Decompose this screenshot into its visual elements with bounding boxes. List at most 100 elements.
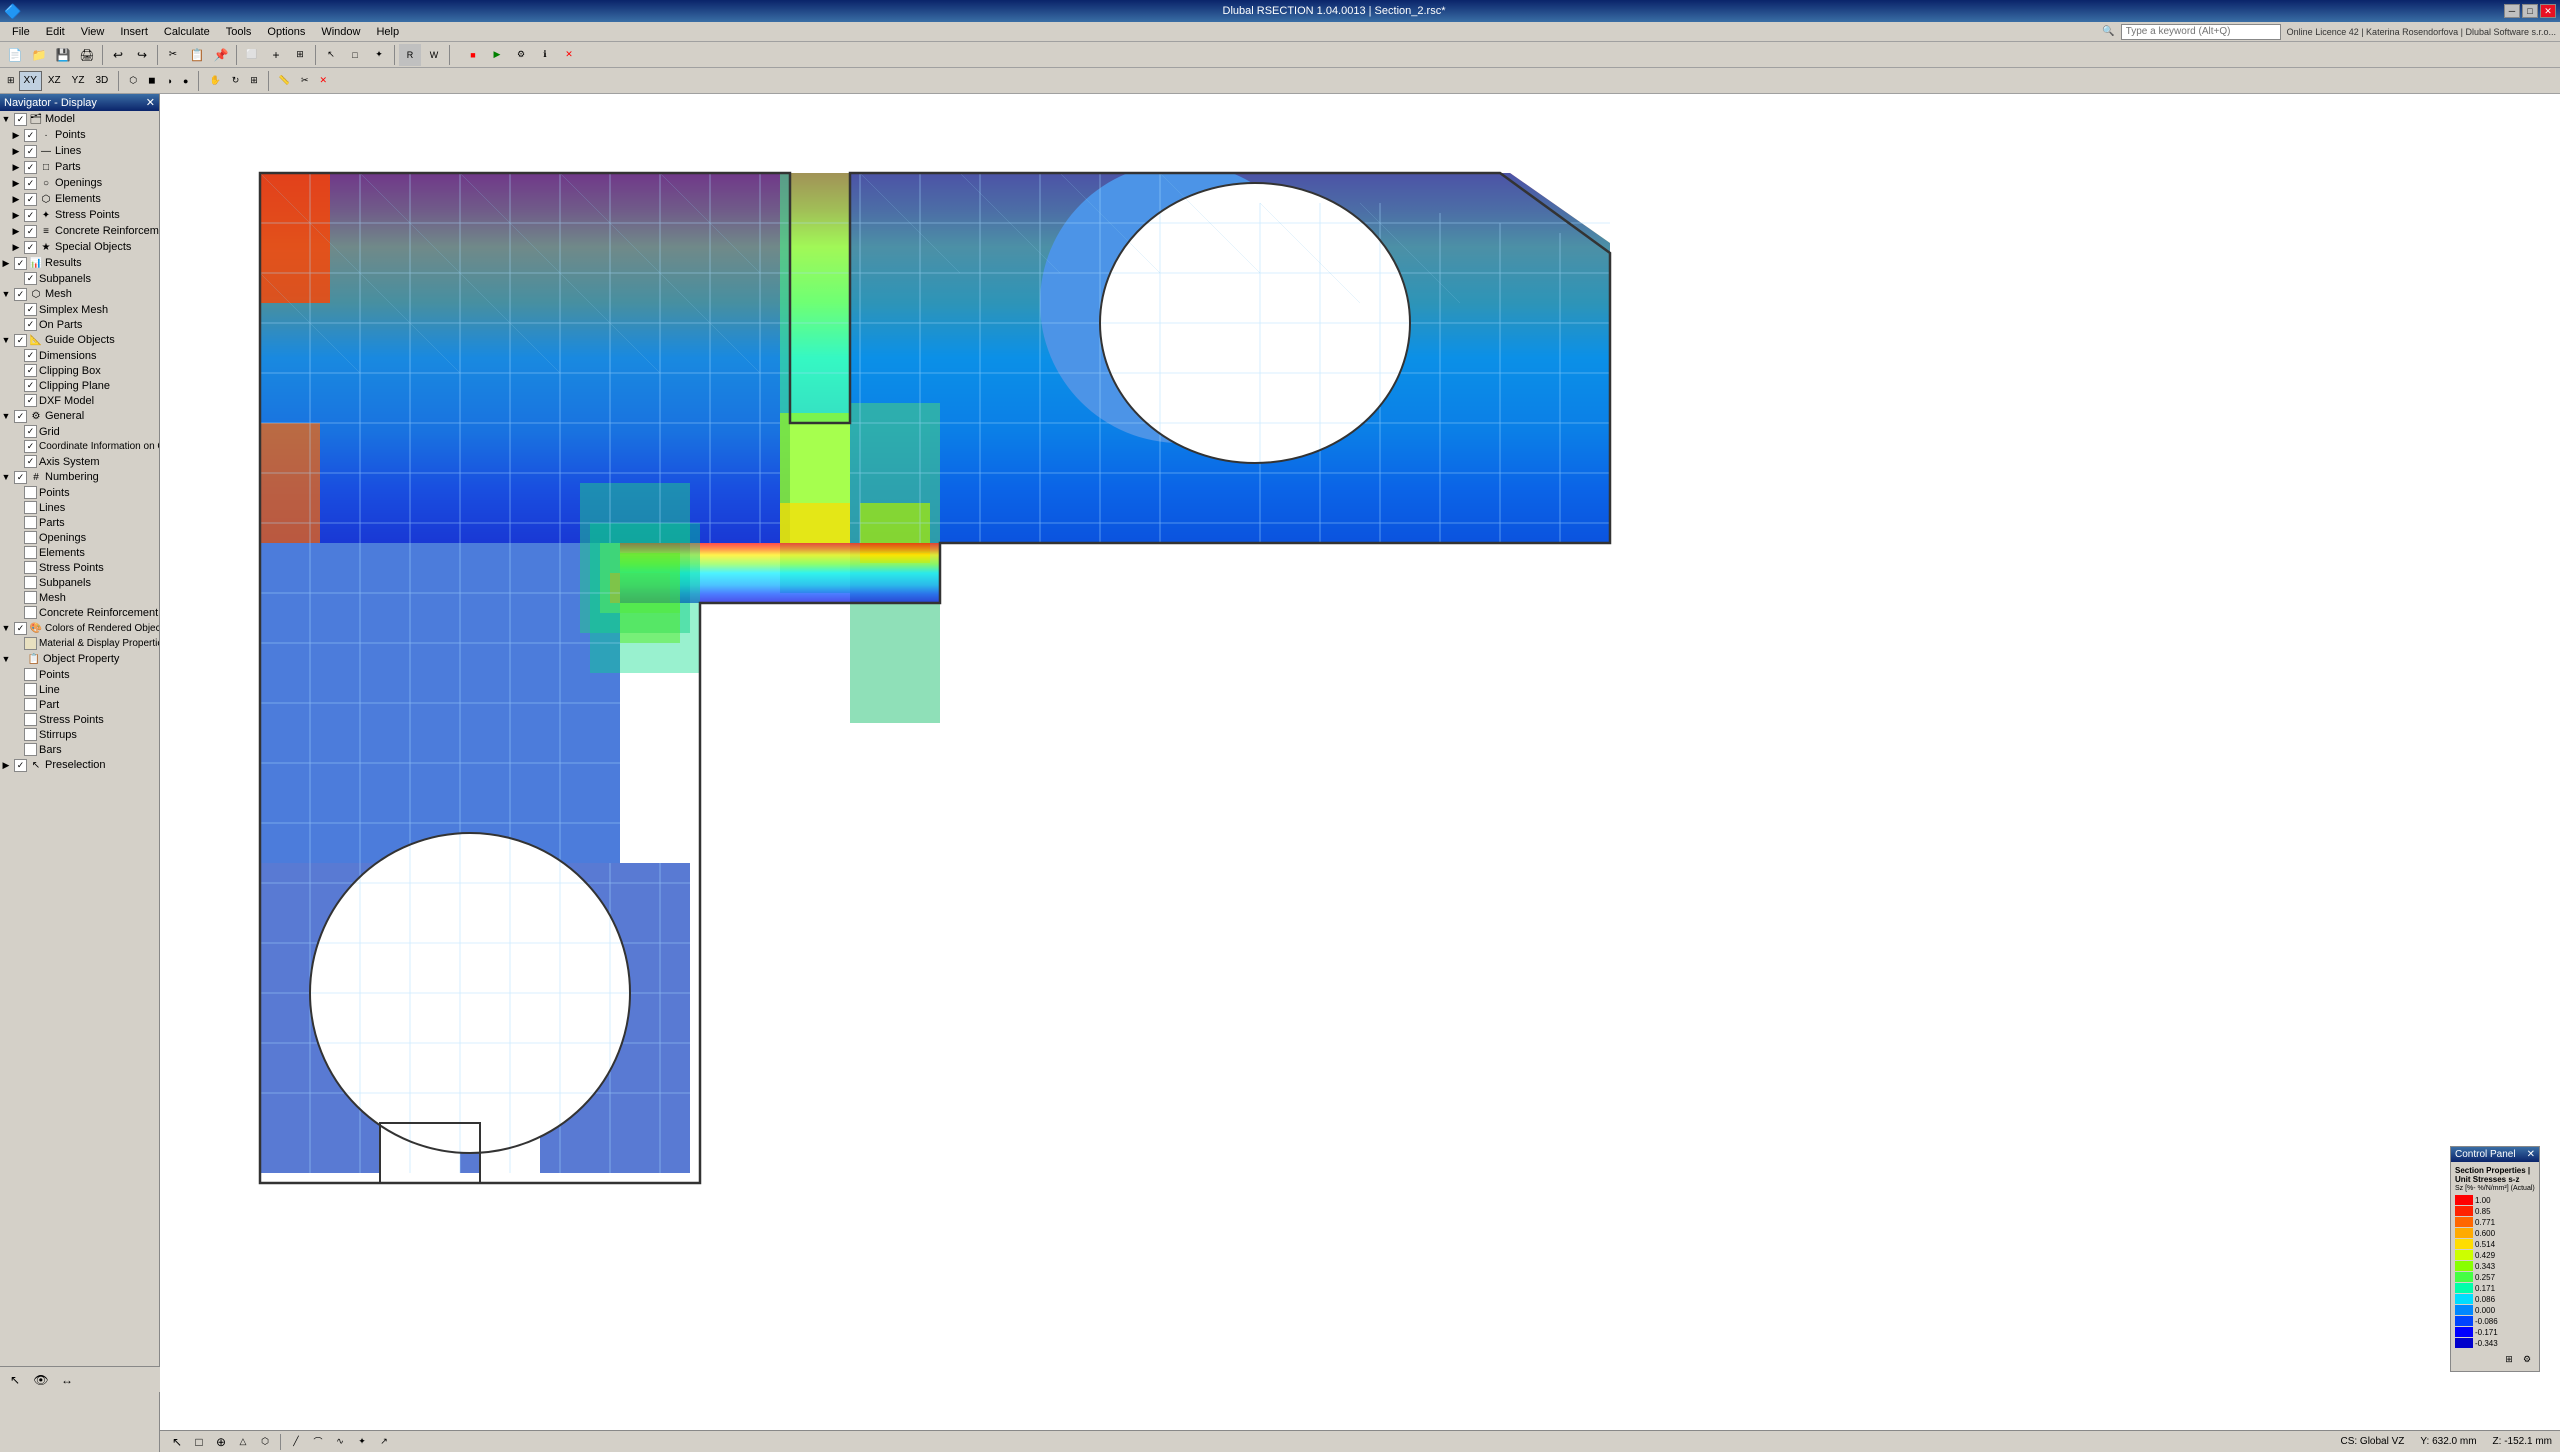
- toggle-stress[interactable]: ▶: [10, 210, 22, 221]
- btn-wireframe[interactable]: W: [423, 44, 445, 66]
- btn-view-3d[interactable]: 3D: [90, 71, 113, 91]
- toggle-points[interactable]: ▶: [10, 130, 22, 141]
- maximize-button[interactable]: □: [2522, 4, 2538, 18]
- btn-undo[interactable]: ↩: [107, 44, 129, 66]
- btn-view-yz[interactable]: YZ: [67, 71, 90, 91]
- tree-item-op-part[interactable]: Part: [0, 697, 159, 712]
- tree-item-num-elem[interactable]: Elements: [0, 545, 159, 560]
- check-guide[interactable]: [14, 334, 27, 347]
- tree-item-axis[interactable]: Axis System: [0, 454, 159, 469]
- status-btn-2[interactable]: □: [190, 1433, 208, 1451]
- tree-item-num-conc[interactable]: Concrete Reinforcement: [0, 605, 159, 620]
- check-elements[interactable]: [24, 193, 37, 206]
- check-colors[interactable]: [14, 622, 27, 635]
- check-points[interactable]: [24, 129, 37, 142]
- btn-save[interactable]: 💾: [52, 44, 74, 66]
- tree-item-colors[interactable]: ▼ 🎨 Colors of Rendered Objects by: [0, 620, 159, 636]
- tree-item-preselection[interactable]: ▶ ↖ Preselection: [0, 757, 159, 773]
- toggle-elements[interactable]: ▶: [10, 194, 22, 205]
- check-simplex[interactable]: [24, 303, 37, 316]
- tree-item-on-parts[interactable]: On Parts: [0, 317, 159, 332]
- close-button[interactable]: ✕: [2540, 4, 2556, 18]
- tree-item-obj-prop[interactable]: ▼ 📋 Object Property: [0, 651, 159, 667]
- toggle-preselection[interactable]: ▶: [0, 760, 12, 771]
- check-mat[interactable]: [24, 637, 37, 650]
- check-clip-box[interactable]: [24, 364, 37, 377]
- tree-item-clip-box[interactable]: Clipping Box: [0, 363, 159, 378]
- check-conc[interactable]: [24, 225, 37, 238]
- tree-item-grid[interactable]: Grid: [0, 424, 159, 439]
- toggle-special[interactable]: ▶: [10, 242, 22, 253]
- tree-item-lines[interactable]: ▶ — Lines: [0, 143, 159, 159]
- btn-zoom-fit[interactable]: ⊞: [245, 71, 263, 91]
- toggle-numbering[interactable]: ▼: [0, 472, 12, 482]
- btn-render-wire[interactable]: ⬡: [124, 71, 142, 91]
- tree-item-special-obj[interactable]: ▶ ★ Special Objects: [0, 239, 159, 255]
- tree-item-simplex[interactable]: Simplex Mesh: [0, 302, 159, 317]
- tree-item-results[interactable]: ▶ 📊 Results: [0, 255, 159, 271]
- tree-item-openings[interactable]: ▶ ○ Openings: [0, 175, 159, 191]
- btn-open[interactable]: 📁: [28, 44, 50, 66]
- tree-item-op-bars[interactable]: Bars: [0, 742, 159, 757]
- status-btn-7[interactable]: ⌒: [309, 1433, 327, 1451]
- tree-item-general[interactable]: ▼ ⚙ General: [0, 408, 159, 424]
- tree-item-op-line[interactable]: Line: [0, 682, 159, 697]
- btn-rotate[interactable]: ↻: [227, 71, 245, 91]
- tree-item-points[interactable]: ▶ · Points: [0, 127, 159, 143]
- check-axis[interactable]: [24, 455, 37, 468]
- check-op-line[interactable]: [24, 683, 37, 696]
- tree-item-guide[interactable]: ▼ 📐 Guide Objects: [0, 332, 159, 348]
- check-parts[interactable]: [24, 161, 37, 174]
- check-num-conc[interactable]: [24, 606, 37, 619]
- tree-item-num-pts[interactable]: Points: [0, 485, 159, 500]
- cp-settings[interactable]: ⚙: [2519, 1351, 2535, 1367]
- status-btn-5[interactable]: ⬡: [256, 1433, 274, 1451]
- tree-item-conc-reinf[interactable]: ▶ ≡ Concrete Reinforcement: [0, 223, 159, 239]
- tree-item-model[interactable]: ▼ 🗂 Model: [0, 111, 159, 127]
- check-model[interactable]: [14, 113, 27, 126]
- btn-settings[interactable]: ⚙: [510, 44, 532, 66]
- tree-item-num-mesh[interactable]: Mesh: [0, 590, 159, 605]
- status-btn-3[interactable]: ⊕: [212, 1433, 230, 1451]
- check-num-pts[interactable]: [24, 486, 37, 499]
- tree-item-parts[interactable]: ▶ □ Parts: [0, 159, 159, 175]
- tree-item-mesh[interactable]: ▼ ⬡ Mesh: [0, 286, 159, 302]
- btn-zoom-in[interactable]: +: [265, 44, 287, 66]
- btn-view-front[interactable]: ⊞: [4, 71, 18, 91]
- btn-close-view[interactable]: ✕: [315, 71, 333, 91]
- status-btn-4[interactable]: △: [234, 1433, 252, 1451]
- btn-paste[interactable]: 📌: [210, 44, 232, 66]
- btn-zoom-all[interactable]: ⊞: [289, 44, 311, 66]
- btn-render-shade[interactable]: ◑: [162, 71, 177, 91]
- check-grid[interactable]: [24, 425, 37, 438]
- tree-item-dimensions[interactable]: Dimensions: [0, 348, 159, 363]
- tree-item-dxf[interactable]: DXF Model: [0, 393, 159, 408]
- nav-btn-move[interactable]: ↔: [56, 1369, 78, 1391]
- tree-item-mat-disp[interactable]: Material & Display Properties: [0, 636, 159, 651]
- check-op-bars[interactable]: [24, 743, 37, 756]
- btn-zoom-window[interactable]: ⬜: [241, 44, 263, 66]
- check-general[interactable]: [14, 410, 27, 423]
- navigator-close-button[interactable]: ✕: [146, 96, 155, 109]
- toggle-general[interactable]: ▼: [0, 411, 12, 421]
- toggle-lines[interactable]: ▶: [10, 146, 22, 157]
- menu-calculate[interactable]: Calculate: [156, 24, 218, 40]
- minimize-button[interactable]: ─: [2504, 4, 2520, 18]
- menu-insert[interactable]: Insert: [112, 24, 156, 40]
- viewport[interactable]: Control Panel ✕ Section Properties | Uni…: [160, 94, 2560, 1452]
- status-btn-1[interactable]: ↖: [168, 1433, 186, 1451]
- check-subpanels-r[interactable]: [24, 272, 37, 285]
- status-btn-6[interactable]: ╱: [287, 1433, 305, 1451]
- tree-item-num-parts[interactable]: Parts: [0, 515, 159, 530]
- tree-item-numbering[interactable]: ▼ # Numbering: [0, 469, 159, 485]
- check-num-sub[interactable]: [24, 576, 37, 589]
- btn-view-xz[interactable]: XZ: [43, 71, 66, 91]
- btn-snap[interactable]: ✦: [368, 44, 390, 66]
- tree-item-coord-info[interactable]: Coordinate Information on Cursor: [0, 439, 159, 454]
- toggle-guide[interactable]: ▼: [0, 335, 12, 345]
- tree-item-clip-plane[interactable]: Clipping Plane: [0, 378, 159, 393]
- check-dxf[interactable]: [24, 394, 37, 407]
- btn-select-window[interactable]: □: [344, 44, 366, 66]
- tree-item-num-sub[interactable]: Subpanels: [0, 575, 159, 590]
- btn-close-x[interactable]: ✕: [558, 44, 580, 66]
